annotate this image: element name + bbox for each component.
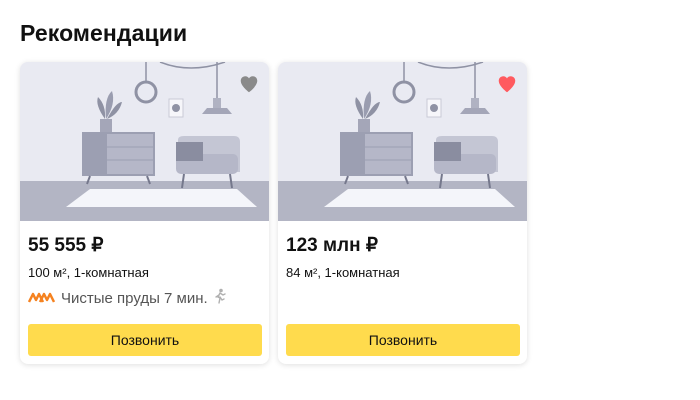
listing-price: 55 555 ₽ — [28, 235, 104, 256]
section-title: Рекомендации — [20, 20, 188, 46]
metro-info: Чистые пруды 7 мин. — [27, 288, 261, 308]
listing-photo[interactable] — [20, 62, 269, 221]
heart-icon — [240, 76, 258, 93]
heart-icon — [498, 76, 516, 93]
walk-icon — [214, 288, 226, 308]
metro-station-label: Чистые пруды 7 мин. — [61, 289, 208, 307]
listing-card[interactable]: 55 555 ₽ 100 м², 1-комнатная Чистые пруд… — [20, 62, 269, 364]
call-button[interactable]: Позвонить — [28, 324, 262, 356]
listing-card[interactable]: 123 млн ₽ 84 м², 1-комнатная Позвонить — [278, 62, 527, 364]
favorite-toggle[interactable] — [496, 73, 518, 95]
listing-details: 84 м², 1-комнатная — [286, 265, 400, 280]
listing-price: 123 млн ₽ — [286, 235, 378, 256]
listing-photo[interactable] — [278, 62, 527, 221]
recommendations-list: 55 555 ₽ 100 м², 1-комнатная Чистые пруд… — [20, 62, 527, 364]
room-illustration — [20, 62, 269, 221]
listing-details: 100 м², 1-комнатная — [28, 265, 149, 280]
room-illustration — [278, 62, 527, 221]
metro-icon — [27, 290, 56, 307]
call-button[interactable]: Позвонить — [286, 324, 520, 356]
favorite-toggle[interactable] — [238, 73, 260, 95]
